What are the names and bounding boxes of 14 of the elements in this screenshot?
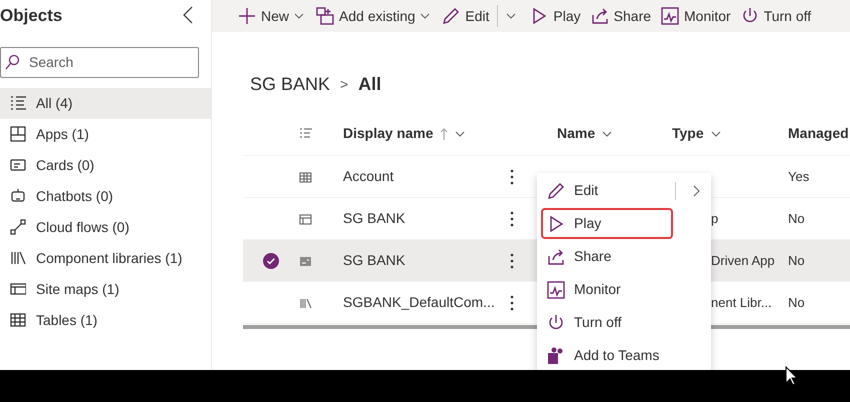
table-cell: nent Libr... xyxy=(711,294,772,310)
table-cell: Yes xyxy=(788,168,810,184)
table-cell-text: SGBANK_DefaultCom... xyxy=(343,293,495,312)
table-cell: No xyxy=(788,210,805,226)
table-cell-text: SG BANK xyxy=(343,251,406,270)
table-cell: Driven App xyxy=(711,252,775,268)
table-cell: No xyxy=(788,252,805,268)
table-cell-text: Account xyxy=(343,167,394,186)
breadcrumb-current: All xyxy=(358,72,382,96)
panel-title: Objects xyxy=(0,5,62,27)
table-cell-text: SG BANK xyxy=(343,209,406,228)
breadcrumb-separator: > xyxy=(340,74,348,94)
table-cell: No xyxy=(788,294,805,310)
table-cell: p xyxy=(711,210,718,226)
